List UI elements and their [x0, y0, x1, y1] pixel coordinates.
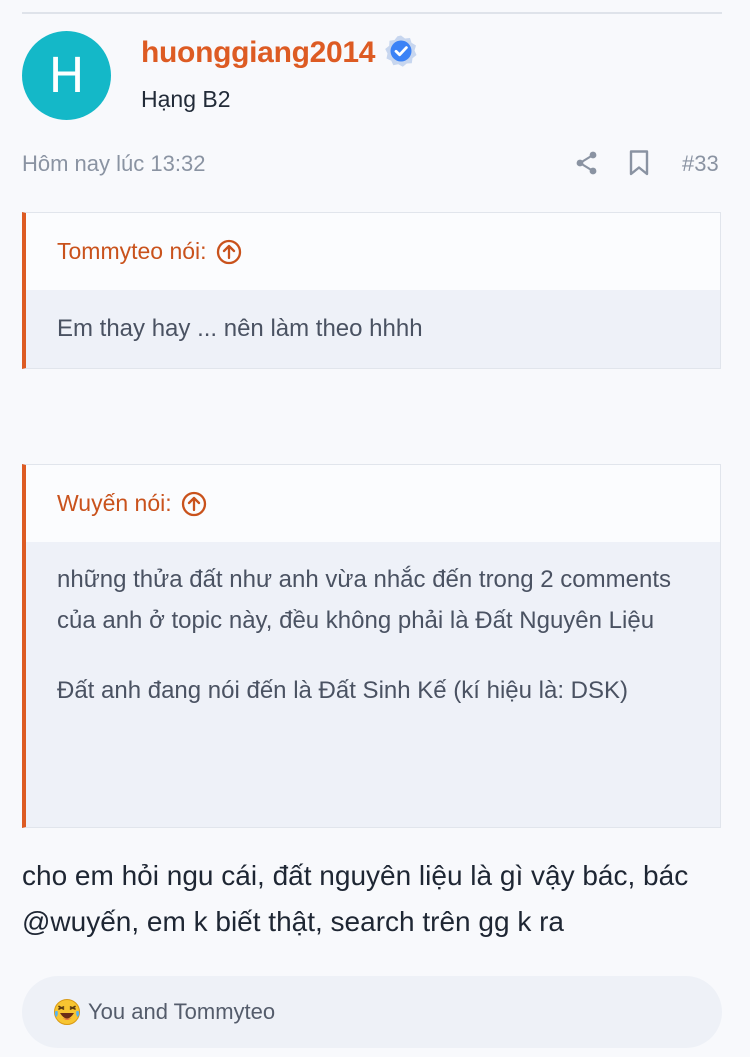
verified-badge-icon: [385, 35, 417, 67]
post-message: cho em hỏi ngu cái, đất nguyên liệu là g…: [22, 860, 689, 937]
post-timestamp[interactable]: Hôm nay lúc 13:32: [22, 151, 205, 177]
reactions-bar[interactable]: You and Tommyteo: [22, 976, 722, 1048]
reactions-list-link[interactable]: You and Tommyteo: [88, 999, 275, 1025]
divider: [22, 12, 722, 14]
bookmark-icon[interactable]: [626, 149, 652, 177]
quote-content: những thửa đất như anh vừa nhắc đến tron…: [26, 542, 720, 827]
share-icon[interactable]: [574, 150, 600, 176]
jump-to-quote-icon[interactable]: [216, 239, 242, 265]
laughing-emoji-icon: [54, 999, 80, 1025]
avatar-letter: H: [48, 47, 85, 104]
quote-author-label[interactable]: Wuyến nói:: [57, 490, 172, 517]
author-username[interactable]: huonggiang2014: [141, 36, 375, 70]
post-number-link[interactable]: #33: [682, 151, 719, 177]
quote-block: Tommyteo nói: Em thay hay ... nên làm th…: [22, 212, 721, 369]
quote-content: Em thay hay ... nên làm theo hhhh: [26, 290, 720, 368]
quote-block: Wuyến nói: những thửa đất như anh vừa nh…: [22, 464, 721, 828]
quote-paragraph: những thửa đất như anh vừa nhắc đến tron…: [57, 566, 671, 634]
avatar[interactable]: H: [22, 31, 111, 120]
quote-author-label[interactable]: Tommyteo nói:: [57, 238, 207, 265]
quote-header[interactable]: Wuyến nói:: [26, 465, 720, 542]
quote-paragraph: Em thay hay ... nên làm theo hhhh: [57, 315, 423, 342]
jump-to-quote-icon[interactable]: [181, 491, 207, 517]
author-rank: Hạng B2: [141, 86, 231, 112]
quote-header[interactable]: Tommyteo nói:: [26, 213, 720, 290]
quote-paragraph: Đất anh đang nói đến là Đất Sinh Kế (kí …: [57, 677, 629, 704]
forum-post: H huonggiang2014 Hạng B2 Hôm nay lúc 13:…: [0, 0, 750, 1057]
